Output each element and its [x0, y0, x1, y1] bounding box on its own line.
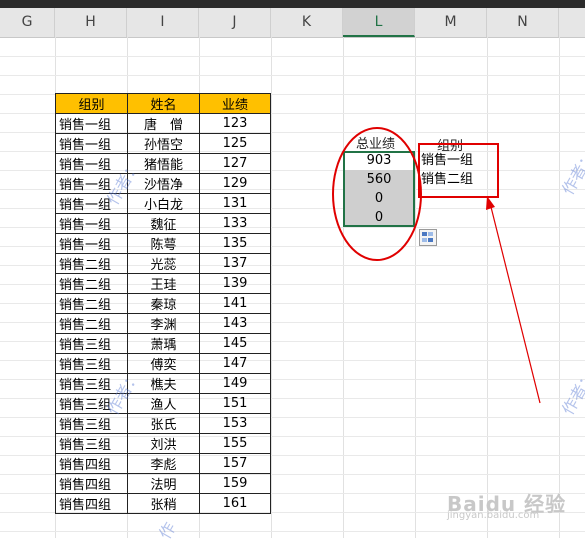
baidu-url: jingyan.baidu.com [447, 510, 540, 521]
annotation-layer [332, 127, 541, 404]
red-arrow-line [489, 202, 541, 404]
red-arrow-head-icon [486, 196, 495, 210]
red-rectangle-annotation [418, 143, 499, 198]
red-ellipse-annotation [332, 127, 422, 261]
